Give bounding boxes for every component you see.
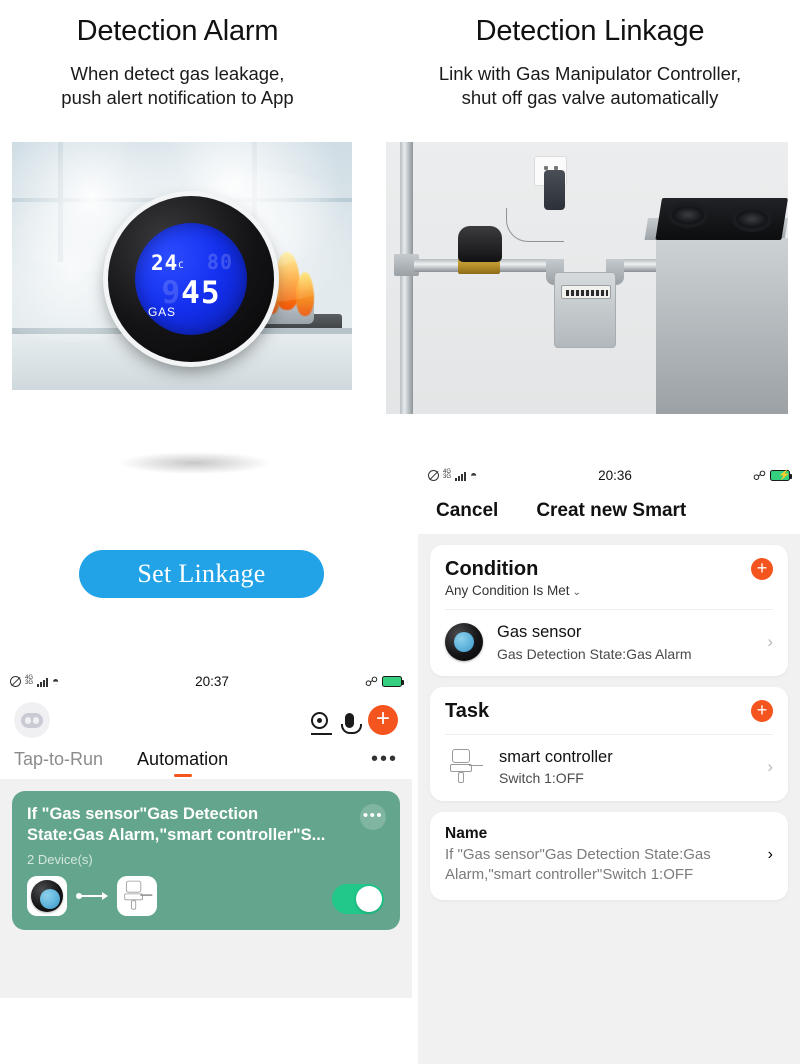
microphone-icon[interactable] — [334, 705, 364, 735]
task-heading: Task — [445, 699, 490, 722]
page-subtitle-linkage: Link with Gas Manipulator Controller, sh… — [438, 62, 742, 109]
page-title-alarm: Detection Alarm — [76, 15, 279, 47]
tab-automation[interactable]: Automation — [137, 749, 228, 778]
add-condition-button[interactable]: + — [751, 558, 773, 580]
lcd-gas-label: GAS — [148, 305, 176, 319]
add-task-button[interactable]: + — [751, 699, 773, 722]
task-device-name: smart controller — [499, 747, 613, 766]
page-subtitle-alarm: When detect gas leakage, push alert noti… — [61, 62, 294, 109]
name-card[interactable]: Name If "Gas sensor"Gas Detection State:… — [430, 811, 788, 901]
condition-device-detail: Gas Detection State:Gas Alarm — [497, 645, 692, 662]
detection-linkage-header: Detection Linkage Link with Gas Manipula… — [390, 15, 790, 111]
mute-icon — [428, 469, 439, 481]
navigation-bar-create: Cancel Creat new Smart — [418, 488, 800, 534]
gas-sensor-tile — [27, 876, 67, 917]
lcd-ghost-digits: 80 — [206, 250, 233, 274]
automation-card-device-count: 2 Device(s) — [27, 852, 93, 868]
condition-card: Condition + Any Condition Is Met ⌄ Gas se… — [430, 545, 788, 676]
network-type-icon: 4G 3G — [25, 675, 34, 686]
smart-controller-icon — [445, 747, 485, 787]
automation-top-bar: + — [0, 694, 412, 746]
condition-mode-label: Any Condition Is Met — [445, 583, 570, 598]
battery-charging-icon — [381, 675, 405, 687]
status-bar-automation: 4G 3G ◓ 20:37 ☍ — [0, 668, 412, 694]
gas-meter — [554, 272, 616, 348]
status-bar-time: 20:37 — [195, 673, 229, 689]
valve-manipulator — [458, 226, 502, 262]
overflow-menu-button[interactable]: ••• — [371, 748, 398, 779]
condition-mode-selector[interactable]: Any Condition Is Met ⌄ — [430, 581, 788, 609]
signal-bars-icon — [37, 676, 49, 687]
name-heading: Name — [445, 824, 488, 842]
condition-row-gas-sensor[interactable]: Gas sensor Gas Detection State:Gas Alarm… — [430, 610, 788, 676]
status-bar-time: 20:36 — [598, 467, 632, 483]
vertical-pipe — [400, 142, 413, 414]
network-type-icon: 4G 3G — [443, 469, 452, 480]
add-device-button[interactable]: + — [368, 705, 398, 735]
automation-enable-toggle[interactable] — [332, 884, 384, 915]
task-card: Task + smart controller Switch 1:OFF › — [430, 686, 788, 801]
page-title-linkage: Detection Linkage — [475, 15, 705, 47]
chevron-right-icon: › — [767, 845, 773, 863]
home-avatar-icon[interactable] — [14, 702, 50, 738]
detector-drop-shadow — [120, 452, 270, 474]
gas-sensor-icon — [445, 622, 483, 661]
chevron-down-icon: ⌄ — [572, 587, 581, 598]
tab-tap-to-run[interactable]: Tap-to-Run — [14, 749, 103, 778]
detection-alarm-header: Detection Alarm When detect gas leakage,… — [0, 15, 355, 111]
bluetooth-icon: ☍ — [364, 673, 378, 689]
set-linkage-button[interactable]: Set Linkage — [79, 550, 324, 598]
signal-bars-icon — [455, 470, 467, 481]
scan-icon[interactable] — [304, 705, 334, 735]
page-root: Detection Alarm When detect gas leakage,… — [0, 0, 800, 1064]
gas-linkage-installation-photo — [386, 142, 788, 414]
mute-icon — [10, 675, 21, 687]
adapter-cable — [506, 208, 564, 242]
condition-heading: Condition — [445, 558, 539, 580]
condition-device-name: Gas sensor — [497, 623, 582, 641]
wifi-icon: ◓ — [470, 468, 478, 482]
kitchen-counter-body — [656, 238, 788, 414]
task-card-header: Task + — [430, 687, 788, 723]
power-adapter — [544, 170, 565, 210]
automation-card[interactable]: ••• If "Gas sensor"Gas Detection State:G… — [12, 791, 400, 931]
automation-list: ••• If "Gas sensor"Gas Detection State:G… — [0, 779, 412, 998]
phone-automation-screen: 4G3G ◓ 20:37 ☍ + Tap-to-Run Automation — [0, 668, 412, 998]
lcd-temperature: 24C — [151, 251, 185, 275]
automation-card-title: If "Gas sensor"Gas Detection State:Gas A… — [27, 805, 326, 845]
automation-card-menu-button[interactable]: ••• — [360, 804, 386, 830]
bluetooth-icon: ☍ — [752, 467, 766, 483]
status-bar-create: 4G 3G ◓ 20:36 ☍ ⚡ — [418, 462, 800, 488]
wifi-icon: ◓ — [52, 674, 60, 688]
chevron-right-icon: › — [767, 756, 773, 776]
screen-title: Creat new Smart — [536, 500, 687, 521]
task-row-smart-controller[interactable]: smart controller Switch 1:OFF › — [430, 735, 788, 801]
name-value: If "Gas sensor"Gas Detection State:Gas A… — [445, 845, 711, 883]
detector-lcd-screen: 24C 80 945 GAS — [135, 223, 247, 335]
automation-tabs: Tap-to-Run Automation ••• — [0, 746, 412, 779]
task-device-detail: Switch 1:OFF — [499, 770, 584, 787]
cancel-button[interactable]: Cancel — [436, 500, 498, 522]
smart-controller-tile — [117, 876, 157, 917]
chevron-right-icon: › — [767, 631, 773, 651]
phone-create-smart-screen: 4G 3G ◓ 20:36 ☍ ⚡ Cancel Creat new Smart … — [418, 462, 800, 1064]
battery-charging-icon: ⚡ — [769, 469, 793, 481]
gas-detector-device: 24C 80 945 GAS — [108, 196, 274, 362]
link-arrow-icon — [76, 892, 108, 901]
condition-card-header: Condition + — [430, 545, 788, 581]
